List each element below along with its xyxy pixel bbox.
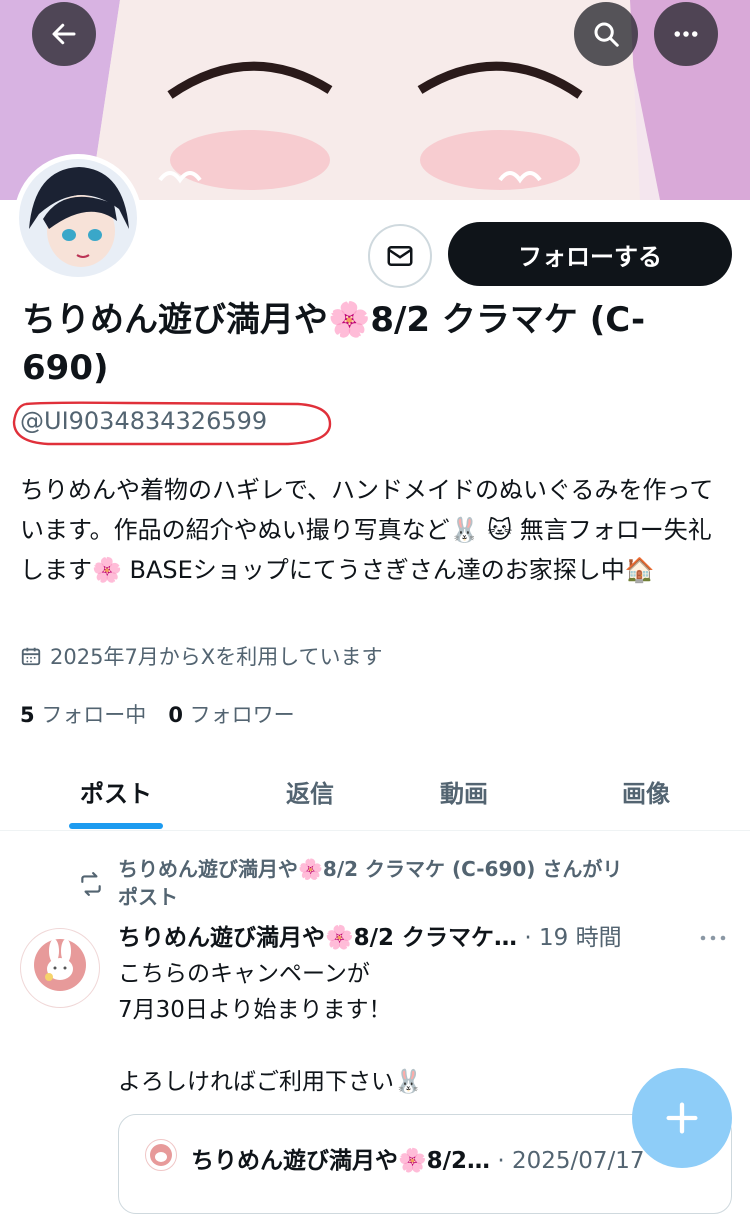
compose-button[interactable] bbox=[632, 1068, 732, 1168]
followers-count: 0 bbox=[168, 703, 183, 727]
profile-avatar[interactable] bbox=[14, 154, 142, 282]
post-text: こちらのキャンペーンが 7月30日より始まります！ よろしければご利用下さい🐰 bbox=[118, 961, 423, 1095]
message-button[interactable] bbox=[368, 224, 432, 288]
joined-text: 2025年7月からXを利用しています bbox=[50, 645, 383, 669]
joined-date: 2025年7月からXを利用しています bbox=[20, 641, 383, 671]
quoted-header: ちりめん遊び満月や🌸8/2… · 2025/07/17 bbox=[191, 1141, 645, 1175]
calendar-icon bbox=[21, 647, 41, 666]
post-timestamp[interactable]: · 19 時間 bbox=[524, 925, 621, 951]
tab-posts[interactable]: ポスト bbox=[40, 752, 192, 830]
repost-icon bbox=[81, 872, 101, 896]
back-button[interactable] bbox=[32, 2, 96, 66]
avatar-image bbox=[19, 159, 137, 277]
envelope-icon bbox=[387, 246, 413, 266]
following-label: フォロー中 bbox=[41, 703, 147, 727]
tab-replies[interactable]: 返信 bbox=[234, 752, 386, 830]
tab-images[interactable]: 画像 bbox=[570, 752, 722, 830]
rabbit-logo-icon bbox=[34, 939, 86, 991]
rabbit-logo-icon bbox=[150, 1144, 172, 1166]
tab-videos[interactable]: 動画 bbox=[388, 752, 540, 830]
active-tab-indicator bbox=[69, 823, 163, 829]
post-author-avatar[interactable] bbox=[20, 928, 100, 1008]
profile-tabs: ポスト 返信 動画 画像 bbox=[0, 752, 750, 831]
profile-bio: ちりめんや着物のハギレで、ハンドメイドのぬいぐるみを作っています。作品の紹介やぬ… bbox=[20, 476, 714, 584]
more-horizontal-icon bbox=[674, 31, 698, 37]
search-icon bbox=[594, 22, 619, 47]
repost-context[interactable]: ちりめん遊び満月や🌸8/2 クラマケ (C-690) さんがリポスト bbox=[118, 855, 638, 911]
follow-button[interactable]: フォローする bbox=[448, 222, 732, 286]
display-name: ちりめん遊び満月や🌸8/2 クラマケ (C-690) bbox=[22, 300, 646, 388]
quoted-date: · 2025/07/17 bbox=[497, 1148, 645, 1174]
search-button[interactable] bbox=[574, 2, 638, 66]
followers-link[interactable]: 0 フォロワー bbox=[168, 699, 294, 729]
post-header: ちりめん遊び満月や🌸8/2 クラマケ… · 19 時間 bbox=[118, 922, 678, 954]
quoted-author-avatar bbox=[145, 1139, 177, 1171]
plus-icon bbox=[666, 1102, 698, 1134]
quoted-author-name: ちりめん遊び満月や🌸8/2… bbox=[191, 1148, 491, 1174]
post-author-name[interactable]: ちりめん遊び満月や🌸8/2 クラマケ… bbox=[118, 925, 517, 951]
post-more-icon[interactable] bbox=[698, 926, 728, 950]
following-count: 5 bbox=[20, 703, 35, 727]
following-link[interactable]: 5 フォロー中 bbox=[20, 699, 146, 729]
follow-stats: 5 フォロー中 0 フォロワー bbox=[20, 699, 295, 729]
handle-annotation-circle bbox=[12, 401, 332, 446]
followers-label: フォロワー bbox=[189, 703, 295, 727]
more-button[interactable] bbox=[654, 2, 718, 66]
arrow-left-icon bbox=[52, 23, 76, 45]
